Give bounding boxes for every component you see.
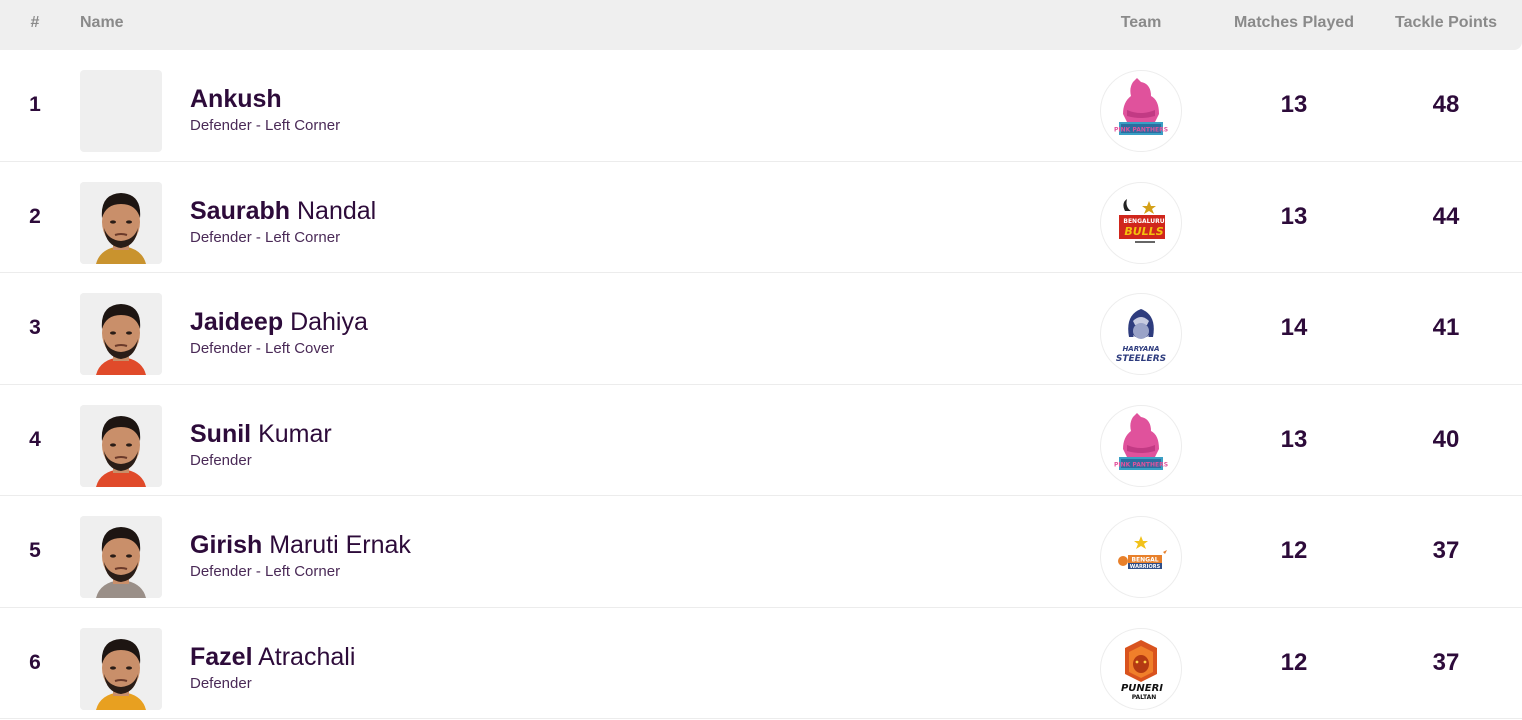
player-first-name: Fazel bbox=[190, 642, 253, 671]
svg-text:WARRIORS: WARRIORS bbox=[1130, 564, 1161, 570]
header-rank: # bbox=[30, 14, 40, 31]
player-face-icon bbox=[80, 404, 162, 487]
player-last-name: Nandal bbox=[296, 196, 377, 225]
player-rank: 2 bbox=[29, 204, 41, 228]
team-logo[interactable]: PINK PANTHERS bbox=[1100, 404, 1182, 487]
player-info[interactable]: Fazel Atrachali Defender bbox=[190, 642, 355, 692]
player-name[interactable]: Sunil Kumar bbox=[190, 419, 332, 449]
pink-panthers-icon: PINK PANTHERS bbox=[1114, 412, 1168, 470]
svg-text:BULLS: BULLS bbox=[1124, 225, 1163, 238]
player-position: Defender bbox=[190, 674, 252, 692]
header-tackle-points[interactable]: Tackle Points bbox=[1386, 0, 1506, 50]
svg-text:PINK PANTHERS: PINK PANTHERS bbox=[1114, 461, 1168, 468]
header-team[interactable]: Team bbox=[1100, 0, 1182, 50]
player-info[interactable]: Saurabh Nandal Defender - Left Corner bbox=[190, 196, 376, 246]
player-name[interactable]: Saurabh Nandal bbox=[190, 196, 376, 226]
tackle-points-value: 44 bbox=[1432, 202, 1460, 230]
player-photo[interactable] bbox=[80, 181, 162, 264]
table-row[interactable]: 3 Jaideep Dahiya Defender - Left Cover H… bbox=[0, 273, 1522, 385]
svg-text:STEELERS: STEELERS bbox=[1116, 354, 1166, 364]
bengal-warriors-icon: BENGAL WARRIORS bbox=[1118, 536, 1167, 570]
player-first-name: Saurabh bbox=[190, 196, 291, 225]
player-position: Defender - Left Corner bbox=[190, 117, 341, 134]
player-face-icon bbox=[80, 516, 162, 598]
table-row[interactable]: 4 Sunil Kumar Defender PINK PANTHERS 13 … bbox=[0, 385, 1522, 496]
player-name[interactable]: Ankush bbox=[190, 84, 340, 114]
svg-text:BENGALURU: BENGALURU bbox=[1123, 218, 1164, 225]
matches-played-value: 13 bbox=[1280, 91, 1308, 119]
team-logo[interactable]: BENGAL WARRIORS bbox=[1100, 516, 1182, 598]
pink-panthers-icon: PINK PANTHERS bbox=[1114, 78, 1168, 135]
player-first-name: Jaideep bbox=[190, 308, 284, 336]
header-matches-played[interactable]: Matches Played bbox=[1224, 0, 1364, 50]
haryana-steelers-icon: HARYANA STEELERS bbox=[1116, 309, 1166, 364]
matches-played-value: 14 bbox=[1280, 314, 1308, 342]
player-first-name: Ankush bbox=[190, 85, 282, 113]
player-info[interactable]: Ankush Defender - Left Corner bbox=[190, 84, 340, 134]
player-photo[interactable] bbox=[80, 70, 162, 152]
player-rank: 4 bbox=[29, 427, 41, 451]
bengaluru-bulls-icon: BENGALURU BULLS bbox=[1119, 198, 1165, 243]
svg-text:PINK PANTHERS: PINK PANTHERS bbox=[1114, 127, 1168, 134]
tackle-points-value: 48 bbox=[1432, 91, 1460, 119]
player-last-name: Kumar bbox=[258, 419, 332, 448]
svg-text:PALTAN: PALTAN bbox=[1132, 694, 1157, 701]
player-face-icon bbox=[80, 293, 162, 375]
player-rank: 3 bbox=[29, 316, 41, 340]
svg-text:HARYANA: HARYANA bbox=[1122, 345, 1159, 353]
table-row[interactable]: 1 Ankush Defender - Left Corner PINK PAN… bbox=[0, 50, 1522, 162]
team-logo[interactable]: PUNERI PALTAN bbox=[1100, 627, 1182, 710]
player-last-name: Atrachali bbox=[258, 642, 356, 671]
player-name[interactable]: Jaideep Dahiya bbox=[190, 307, 368, 337]
team-logo[interactable]: BENGALURU BULLS bbox=[1100, 181, 1182, 264]
player-position: Defender - Left Corner bbox=[190, 563, 341, 580]
table-row[interactable]: 2 Saurabh Nandal Defender - Left Corner … bbox=[0, 162, 1522, 273]
player-name[interactable]: Fazel Atrachali bbox=[190, 642, 355, 672]
matches-played-value: 13 bbox=[1280, 202, 1308, 230]
player-rank: 5 bbox=[29, 539, 41, 563]
tackle-points-value: 40 bbox=[1432, 425, 1460, 453]
player-rank: 1 bbox=[29, 93, 41, 117]
svg-text:BENGAL: BENGAL bbox=[1131, 557, 1158, 564]
leaderboard-table: # Name Team Matches Played Tackle Points… bbox=[0, 0, 1522, 719]
player-info[interactable]: Girish Maruti Ernak Defender - Left Corn… bbox=[190, 530, 411, 580]
player-info[interactable]: Jaideep Dahiya Defender - Left Cover bbox=[190, 307, 368, 357]
tackle-points-value: 37 bbox=[1432, 648, 1460, 676]
player-rank: 6 bbox=[29, 650, 41, 674]
matches-played-value: 13 bbox=[1280, 425, 1308, 453]
player-face-icon bbox=[80, 181, 162, 264]
player-photo[interactable] bbox=[80, 293, 162, 375]
player-face-icon bbox=[80, 627, 162, 710]
player-last-name: Dahiya bbox=[290, 308, 368, 336]
table-body: 1 Ankush Defender - Left Corner PINK PAN… bbox=[0, 50, 1522, 719]
team-logo[interactable]: PINK PANTHERS bbox=[1100, 70, 1182, 152]
player-first-name: Sunil bbox=[190, 419, 252, 448]
svg-text:PUNERI: PUNERI bbox=[1121, 683, 1163, 694]
tackle-points-value: 37 bbox=[1432, 537, 1460, 565]
player-position: Defender - Left Corner bbox=[190, 228, 341, 246]
tackle-points-value: 41 bbox=[1432, 314, 1460, 342]
table-header: # Name Team Matches Played Tackle Points bbox=[0, 0, 1522, 50]
player-first-name: Girish bbox=[190, 531, 263, 559]
player-photo[interactable] bbox=[80, 516, 162, 598]
header-name[interactable]: Name bbox=[80, 0, 124, 50]
player-name[interactable]: Girish Maruti Ernak bbox=[190, 530, 411, 560]
player-position: Defender - Left Cover bbox=[190, 340, 335, 357]
matches-played-value: 12 bbox=[1280, 648, 1308, 676]
player-info[interactable]: Sunil Kumar Defender bbox=[190, 419, 332, 469]
team-logo[interactable]: HARYANA STEELERS bbox=[1100, 293, 1182, 375]
matches-played-value: 12 bbox=[1280, 537, 1308, 565]
player-photo[interactable] bbox=[80, 404, 162, 487]
player-photo[interactable] bbox=[80, 627, 162, 710]
player-position: Defender bbox=[190, 451, 252, 469]
player-last-name: Maruti Ernak bbox=[269, 531, 411, 559]
puneri-paltan-icon: PUNERI PALTAN bbox=[1121, 639, 1163, 701]
table-row[interactable]: 5 Girish Maruti Ernak Defender - Left Co… bbox=[0, 496, 1522, 608]
table-row[interactable]: 6 Fazel Atrachali Defender PUNERI PALTAN… bbox=[0, 608, 1522, 719]
